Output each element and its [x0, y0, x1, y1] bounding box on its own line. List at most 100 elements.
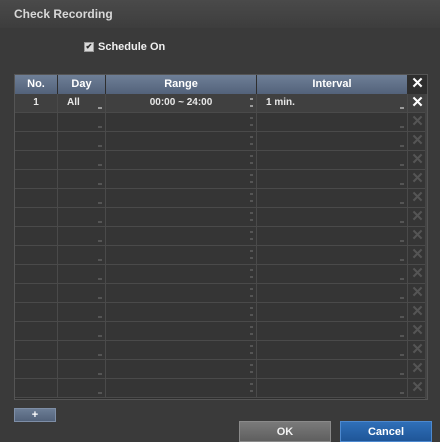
table-row[interactable]: ✕: [15, 227, 427, 246]
table-row[interactable]: 1 All 00:00 ~ 24:00 1 min. ✕: [15, 94, 427, 113]
day-select[interactable]: [58, 227, 106, 246]
interval-select[interactable]: [257, 170, 408, 189]
header-no: No.: [15, 75, 58, 94]
day-select[interactable]: [58, 151, 106, 170]
table-row[interactable]: ✕: [15, 303, 427, 322]
schedule-checkbox[interactable]: ✔: [84, 42, 94, 52]
table-row[interactable]: ✕: [15, 170, 427, 189]
interval-select[interactable]: [257, 132, 408, 151]
dropdown-arrow-icon: [400, 259, 404, 261]
dropdown-arrow-icon: [98, 240, 102, 242]
table-row[interactable]: ✕: [15, 113, 427, 132]
close-icon: ✕: [411, 322, 424, 339]
close-icon: ✕: [411, 189, 424, 206]
ok-button[interactable]: OK: [239, 421, 331, 442]
range-spinner[interactable]: [106, 303, 257, 322]
interval-select[interactable]: [257, 246, 408, 265]
range-spinner[interactable]: [106, 208, 257, 227]
dropdown-arrow-icon: [400, 278, 404, 280]
range-spinner[interactable]: [106, 227, 257, 246]
day-select[interactable]: [58, 379, 106, 398]
table-row[interactable]: ✕: [15, 208, 427, 227]
interval-select[interactable]: [257, 360, 408, 379]
interval-select[interactable]: [257, 113, 408, 132]
day-select[interactable]: [58, 265, 106, 284]
day-select[interactable]: [58, 360, 106, 379]
spinner-arrows-icon: [250, 117, 253, 126]
range-spinner[interactable]: [106, 265, 257, 284]
cancel-button[interactable]: Cancel: [340, 421, 432, 442]
day-select[interactable]: [58, 246, 106, 265]
day-select[interactable]: [58, 284, 106, 303]
table-row[interactable]: ✕: [15, 360, 427, 379]
row-number: [15, 284, 58, 303]
range-spinner[interactable]: 00:00 ~ 24:00: [106, 94, 257, 113]
table-row[interactable]: ✕: [15, 284, 427, 303]
delete-all-button[interactable]: ✕: [408, 75, 427, 94]
interval-select[interactable]: [257, 284, 408, 303]
table-row[interactable]: ✕: [15, 379, 427, 398]
dropdown-arrow-icon: [98, 354, 102, 356]
range-spinner[interactable]: [106, 284, 257, 303]
day-select[interactable]: [58, 303, 106, 322]
row-number: [15, 303, 58, 322]
row-number: [15, 360, 58, 379]
schedule-table: No. Day Range Interval ✕ 1 All 00:00 ~ 24:…: [14, 74, 428, 400]
close-icon: ✕: [411, 113, 424, 130]
range-spinner[interactable]: [106, 151, 257, 170]
day-select[interactable]: [58, 113, 106, 132]
dropdown-arrow-icon: [98, 392, 102, 394]
day-select[interactable]: All: [58, 94, 106, 113]
day-select[interactable]: [58, 170, 106, 189]
range-spinner[interactable]: [106, 246, 257, 265]
range-spinner[interactable]: [106, 379, 257, 398]
row-number: [15, 322, 58, 341]
day-select[interactable]: [58, 322, 106, 341]
table-row[interactable]: ✕: [15, 322, 427, 341]
interval-select[interactable]: [257, 151, 408, 170]
dropdown-arrow-icon: [400, 107, 404, 109]
dropdown-arrow-icon: [400, 392, 404, 394]
schedule-on-toggle[interactable]: ✔ Schedule On: [84, 40, 165, 54]
check-recording-dialog: Check Recording ✔ Schedule On No. Day Ra…: [0, 0, 440, 442]
dropdown-arrow-icon: [98, 107, 102, 109]
interval-select[interactable]: [257, 379, 408, 398]
table-row[interactable]: ✕: [15, 189, 427, 208]
spinner-arrows-icon: [250, 307, 253, 316]
table-row[interactable]: ✕: [15, 265, 427, 284]
day-select[interactable]: [58, 132, 106, 151]
interval-select[interactable]: [257, 341, 408, 360]
dropdown-arrow-icon: [400, 164, 404, 166]
table-row[interactable]: ✕: [15, 132, 427, 151]
range-spinner[interactable]: [106, 360, 257, 379]
add-schedule-button[interactable]: +: [14, 408, 56, 422]
interval-select[interactable]: [257, 303, 408, 322]
dropdown-arrow-icon: [98, 316, 102, 318]
range-spinner[interactable]: [106, 189, 257, 208]
range-spinner[interactable]: [106, 132, 257, 151]
scrollbar[interactable]: [425, 94, 427, 399]
interval-select[interactable]: [257, 322, 408, 341]
table-row[interactable]: ✕: [15, 246, 427, 265]
range-spinner[interactable]: [106, 322, 257, 341]
table-row[interactable]: ✕: [15, 151, 427, 170]
range-spinner[interactable]: [106, 170, 257, 189]
spinner-arrows-icon: [250, 155, 253, 164]
day-select[interactable]: [58, 189, 106, 208]
spinner-arrows-icon: [250, 326, 253, 335]
interval-select[interactable]: [257, 189, 408, 208]
interval-select[interactable]: 1 min.: [257, 94, 408, 113]
interval-select[interactable]: [257, 208, 408, 227]
interval-select[interactable]: [257, 227, 408, 246]
day-select[interactable]: [58, 341, 106, 360]
range-spinner[interactable]: [106, 341, 257, 360]
dropdown-arrow-icon: [400, 145, 404, 147]
range-spinner[interactable]: [106, 113, 257, 132]
dropdown-arrow-icon: [98, 221, 102, 223]
cell-value: 1 min.: [266, 97, 295, 108]
interval-select[interactable]: [257, 265, 408, 284]
dropdown-arrow-icon: [400, 297, 404, 299]
table-row[interactable]: ✕: [15, 341, 427, 360]
day-select[interactable]: [58, 208, 106, 227]
dropdown-arrow-icon: [400, 126, 404, 128]
